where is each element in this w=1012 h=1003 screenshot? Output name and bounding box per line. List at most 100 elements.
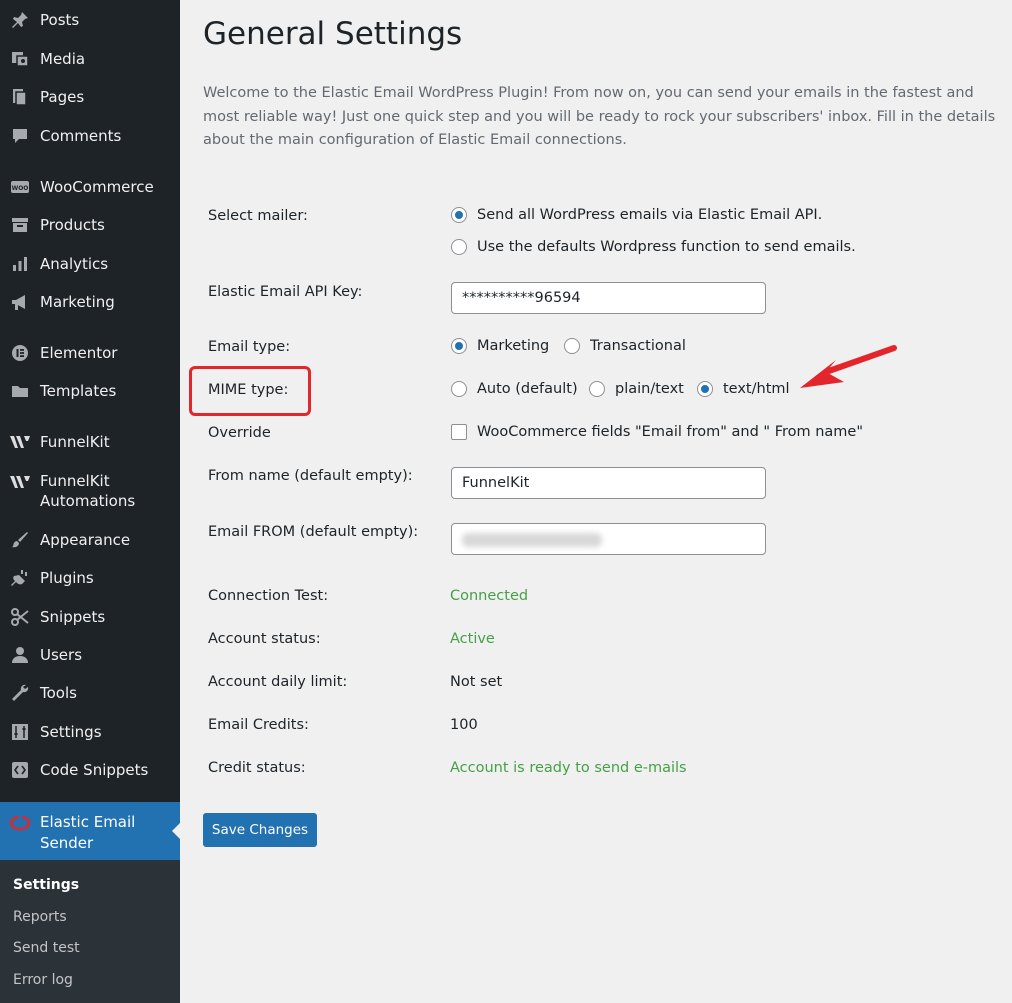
radio-button[interactable] xyxy=(451,381,467,397)
submenu-item-reports[interactable]: Reports xyxy=(13,909,67,925)
sidebar-item-funnelkit-automations[interactable]: FunnelKit Automations xyxy=(0,471,180,511)
option-label: text/html xyxy=(723,381,790,397)
sidebar-item-comments[interactable]: Comments xyxy=(0,126,180,146)
email-credits-label: Email Credits: xyxy=(208,717,309,733)
sidebar-item-woocommerce[interactable]: WOO WooCommerce xyxy=(0,177,180,197)
email-credits-value: 100 xyxy=(450,717,478,733)
sidebar-item-label: Posts xyxy=(40,11,80,29)
option-label: Send all WordPress emails via Elastic Em… xyxy=(477,207,823,223)
sidebar-item-label: Plugins xyxy=(40,569,94,587)
sidebar-item-analytics[interactable]: Analytics xyxy=(0,254,180,274)
credit-status-value: Account is ready to send e-mails xyxy=(450,760,687,776)
connection-test-label: Connection Test: xyxy=(208,588,329,604)
override-woocommerce-checkbox[interactable]: WooCommerce fields "Email from" and " Fr… xyxy=(451,424,863,440)
mailer-option-elastic-api[interactable]: Send all WordPress emails via Elastic Em… xyxy=(451,207,822,223)
mailer-option-wordpress-default[interactable]: Use the defaults Wordpress function to s… xyxy=(451,239,856,255)
option-label: Transactional xyxy=(590,338,686,354)
sidebar-item-label: WooCommerce xyxy=(40,178,154,196)
radio-button[interactable] xyxy=(451,207,467,223)
radio-button[interactable] xyxy=(564,338,580,354)
sidebar-item-products[interactable]: Products xyxy=(0,215,180,235)
sidebar-item-label: Users xyxy=(40,646,83,664)
sidebar-item-label: Analytics xyxy=(40,255,109,273)
comments-icon xyxy=(9,125,31,147)
checkbox[interactable] xyxy=(451,424,467,440)
from-name-label: From name (default empty): xyxy=(208,468,413,484)
folder-icon xyxy=(9,380,31,402)
radio-button[interactable] xyxy=(451,338,467,354)
sidebar-item-settings[interactable]: Settings xyxy=(0,722,180,742)
sidebar-item-label: Tools xyxy=(40,684,77,702)
sidebar-item-marketing[interactable]: Marketing xyxy=(0,292,180,312)
option-label: Use the defaults Wordpress function to s… xyxy=(477,239,856,255)
email-type-option-transactional[interactable]: Transactional xyxy=(564,338,686,354)
plug-icon xyxy=(9,567,31,589)
intro-text: Welcome to the Elastic Email WordPress P… xyxy=(203,85,996,148)
mime-option-auto[interactable]: Auto (default) xyxy=(451,381,578,397)
admin-sidebar: Posts Media Pages Comments WOO WooCommer… xyxy=(0,0,180,1003)
daily-limit-label: Account daily limit: xyxy=(208,674,348,690)
api-key-input[interactable] xyxy=(451,282,766,314)
credit-status-label: Credit status: xyxy=(208,760,306,776)
submenu-item-error-log[interactable]: Error log xyxy=(13,972,73,988)
pin-icon xyxy=(9,9,31,31)
override-label: Override xyxy=(208,425,271,441)
brush-icon xyxy=(9,529,31,551)
sidebar-item-label: Media xyxy=(40,50,86,68)
analytics-icon xyxy=(9,253,31,275)
daily-limit-value: Not set xyxy=(450,674,503,690)
sidebar-item-label: Elementor xyxy=(40,344,118,362)
funnelkit-icon xyxy=(9,431,31,453)
mime-option-text-html[interactable]: text/html xyxy=(697,381,790,397)
sidebar-item-label-line2: Sender xyxy=(40,834,94,852)
radio-button[interactable] xyxy=(451,239,467,255)
save-changes-button[interactable]: Save Changes xyxy=(203,813,317,847)
sidebar-item-label: Snippets xyxy=(40,608,106,626)
submenu-item-send-test[interactable]: Send test xyxy=(13,940,80,956)
option-label: Marketing xyxy=(477,338,550,354)
option-label: WooCommerce fields "Email from" and " Fr… xyxy=(477,424,864,440)
option-label: plain/text xyxy=(615,381,684,397)
api-key-label: Elastic Email API Key: xyxy=(208,284,363,300)
elastic-email-icon xyxy=(9,812,31,834)
sidebar-item-label: Products xyxy=(40,216,105,234)
sidebar-item-snippets[interactable]: Snippets xyxy=(0,607,180,627)
option-label: Auto (default) xyxy=(477,381,578,397)
radio-button[interactable] xyxy=(697,381,713,397)
sidebar-item-appearance[interactable]: Appearance xyxy=(0,530,180,550)
products-icon xyxy=(9,214,31,236)
sidebar-item-pages[interactable]: Pages xyxy=(0,87,180,107)
email-from-label: Email FROM (default empty): xyxy=(208,524,419,540)
sidebar-item-tools[interactable]: Tools xyxy=(0,683,180,703)
sidebar-item-templates[interactable]: Templates xyxy=(0,381,180,401)
account-status-label: Account status: xyxy=(208,631,321,647)
submenu-item-settings[interactable]: Settings xyxy=(13,877,79,893)
woo-icon: WOO xyxy=(9,176,31,198)
sidebar-item-plugins[interactable]: Plugins xyxy=(0,568,180,588)
sidebar-item-funnelkit[interactable]: FunnelKit xyxy=(0,432,180,452)
sidebar-item-label: FunnelKit xyxy=(40,472,110,490)
media-icon xyxy=(9,48,31,70)
sidebar-item-elastic-email-sender[interactable]: Elastic Email Sender xyxy=(0,802,180,860)
sidebar-item-users[interactable]: Users xyxy=(0,645,180,665)
page-title: General Settings xyxy=(203,16,463,52)
megaphone-icon xyxy=(9,291,31,313)
sidebar-item-posts[interactable]: Posts xyxy=(0,10,180,30)
mime-option-plain-text[interactable]: plain/text xyxy=(589,381,684,397)
sidebar-item-label: Marketing xyxy=(40,293,115,311)
sidebar-item-elementor[interactable]: Elementor xyxy=(0,343,180,363)
sidebar-item-media[interactable]: Media xyxy=(0,49,180,69)
redacted-email-value xyxy=(462,533,602,547)
radio-button[interactable] xyxy=(589,381,605,397)
email-type-option-marketing[interactable]: Marketing xyxy=(451,338,549,354)
account-status-value: Active xyxy=(450,631,495,647)
sidebar-item-label: Appearance xyxy=(40,531,131,549)
scissors-icon xyxy=(9,606,31,628)
elastic-email-submenu: Settings Reports Send test Error log xyxy=(0,860,180,1003)
email-type-label: Email type: xyxy=(208,339,291,355)
select-mailer-label: Select mailer: xyxy=(208,208,308,224)
sidebar-item-code-snippets[interactable]: Code Snippets xyxy=(0,760,180,780)
code-icon xyxy=(9,759,31,781)
user-icon xyxy=(9,644,31,666)
from-name-input[interactable] xyxy=(451,467,766,499)
